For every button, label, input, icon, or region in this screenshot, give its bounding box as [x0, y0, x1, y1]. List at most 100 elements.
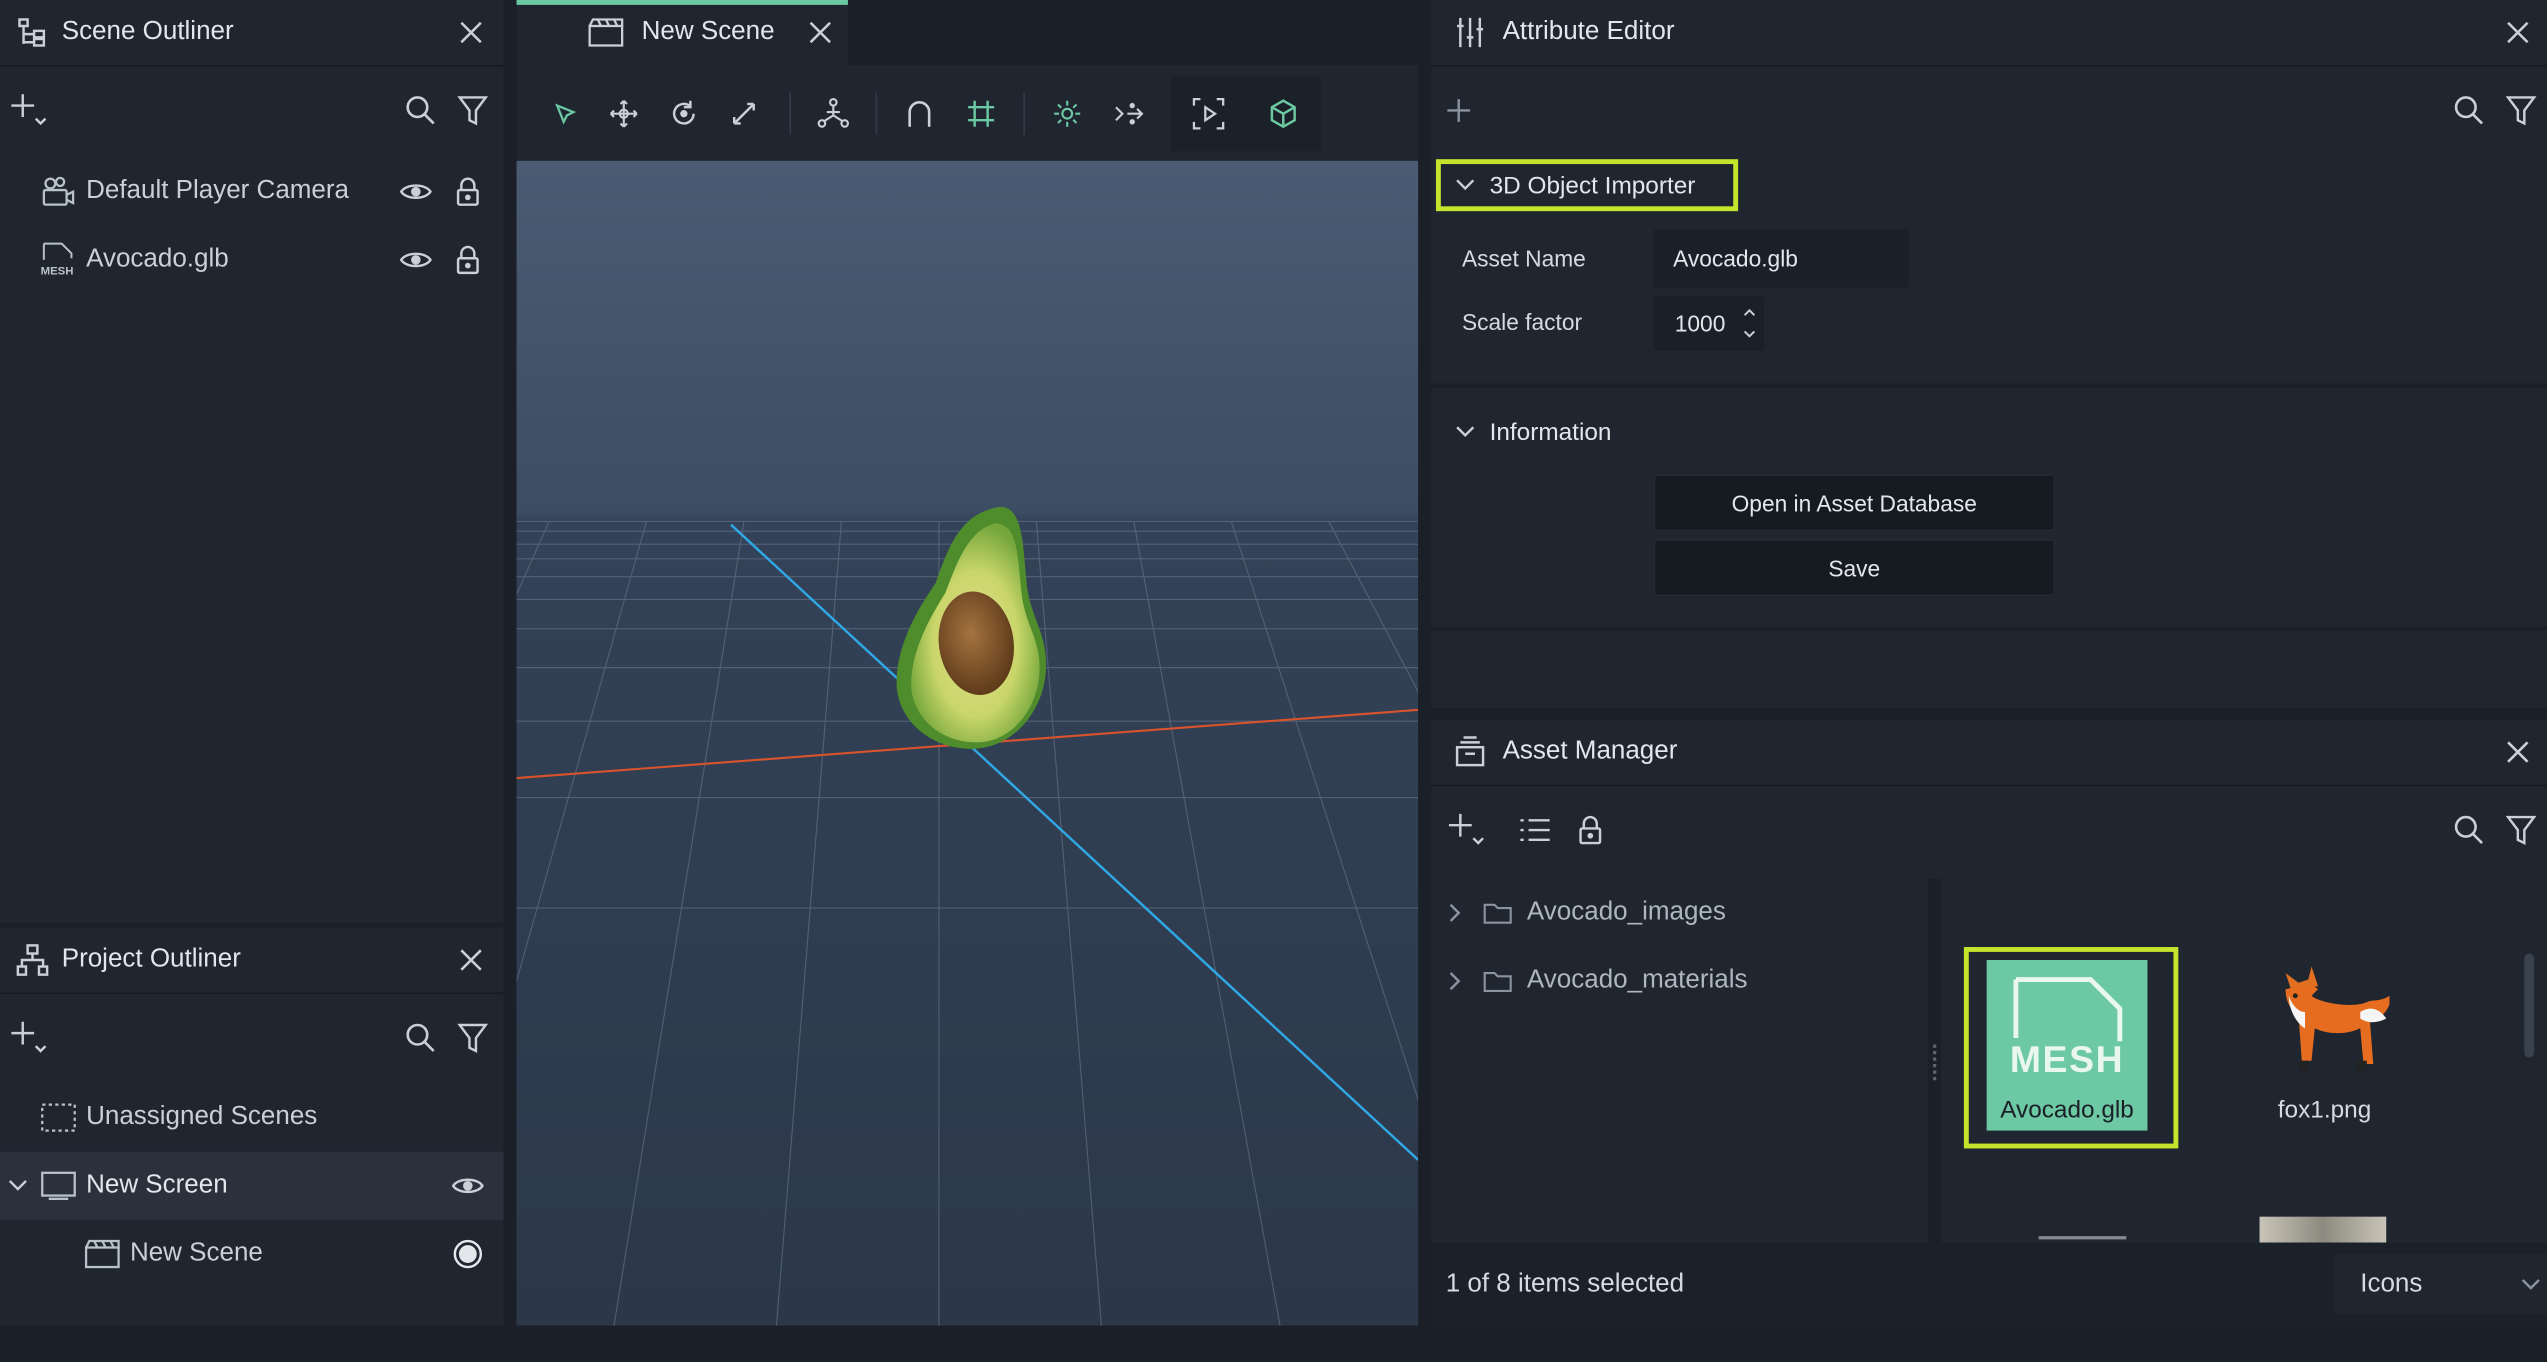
- tab-new-scene[interactable]: New Scene: [516, 0, 848, 65]
- section-title: 3D Object Importer: [1489, 171, 1696, 199]
- add-dropdown-icon[interactable]: [1441, 804, 1493, 856]
- transform-mode-icon[interactable]: [1103, 88, 1155, 140]
- asset-label: fox1.png: [2277, 1096, 2372, 1125]
- folder-icon: [1483, 968, 1512, 994]
- lock-icon[interactable]: [1564, 804, 1616, 856]
- project-item-label: New Scene: [129, 1239, 263, 1268]
- mesh-thumbnail: MESH Avocado.glb: [1986, 960, 2148, 1131]
- add-dropdown-icon[interactable]: [3, 1012, 55, 1064]
- filter-icon[interactable]: [447, 84, 499, 136]
- search-icon[interactable]: [395, 84, 447, 136]
- chevron-up-icon[interactable]: [1743, 305, 1756, 318]
- asset-tile-partial[interactable]: [2259, 1216, 2387, 1243]
- active-scene-radio-icon[interactable]: [442, 1228, 494, 1280]
- attribute-editor-header: Attribute Editor: [1431, 0, 2547, 67]
- close-icon[interactable]: [2502, 16, 2534, 48]
- scale-tool-icon[interactable]: [718, 88, 770, 140]
- clapperboard-icon: [588, 15, 624, 51]
- search-icon[interactable]: [395, 1012, 447, 1064]
- pivot-tool-icon[interactable]: [807, 88, 859, 140]
- svg-text:MESH: MESH: [41, 266, 74, 278]
- splitter-handle[interactable]: [1928, 878, 1942, 1243]
- hierarchy-icon: [16, 16, 48, 48]
- outliner-row-camera[interactable]: Default Player Camera: [0, 158, 504, 226]
- filter-icon[interactable]: [447, 1012, 499, 1064]
- section-importer-header[interactable]: 3D Object Importer: [1435, 159, 1739, 212]
- folder-row[interactable]: Avocado_materials: [1431, 947, 1928, 1015]
- rotate-tool-icon[interactable]: [658, 88, 710, 140]
- filter-icon[interactable]: [2495, 84, 2547, 136]
- add-dropdown-icon[interactable]: [3, 84, 55, 136]
- add-icon[interactable]: [1433, 84, 1485, 136]
- outliner-item-label: Default Player Camera: [86, 177, 349, 205]
- camera-icon: [41, 174, 77, 210]
- search-icon[interactable]: [2443, 84, 2495, 136]
- scale-factor-stepper[interactable]: 1000: [1653, 295, 1765, 351]
- mesh-icon: MESH: [41, 242, 77, 278]
- lighting-icon[interactable]: [1041, 88, 1093, 140]
- list-view-icon[interactable]: [1509, 804, 1561, 856]
- play-preview-icon[interactable]: [1171, 76, 1246, 152]
- stepper-arrows[interactable]: [1743, 305, 1756, 341]
- section-information-header[interactable]: Information: [1436, 406, 1761, 458]
- project-row-new-screen[interactable]: New Screen: [0, 1151, 504, 1220]
- grid-snap-icon[interactable]: [955, 88, 1007, 140]
- eye-icon[interactable]: [390, 166, 442, 218]
- project-row-new-scene[interactable]: New Scene: [0, 1220, 504, 1288]
- clapperboard-icon: [84, 1236, 120, 1272]
- close-icon[interactable]: [2502, 736, 2534, 768]
- filter-icon[interactable]: [2495, 804, 2547, 856]
- asset-tile-selected[interactable]: MESH Avocado.glb: [1963, 947, 2179, 1149]
- close-icon[interactable]: [455, 16, 487, 48]
- selection-count: 1 of 8 items selected: [1445, 1269, 1685, 1298]
- select-tool-icon[interactable]: [539, 88, 591, 140]
- asset-tile[interactable]: fox1.png: [2217, 947, 2431, 1148]
- project-row-unassigned[interactable]: Unassigned Scenes: [0, 1083, 504, 1151]
- close-icon[interactable]: [807, 19, 833, 45]
- dashed-frame-icon: [41, 1100, 77, 1136]
- asset-manager-toolbar: [1431, 785, 2547, 876]
- asset-name-field[interactable]: Avocado.glb: [1653, 229, 1909, 288]
- section-divider: [1431, 383, 2547, 389]
- attribute-editor-panel: Attribute Editor 3D Object Importer Asse…: [1431, 0, 2547, 709]
- asset-folder-tree: Avocado_images Avocado_materials: [1431, 878, 1929, 1243]
- project-outliner-toolbar: [0, 993, 504, 1084]
- eye-icon[interactable]: [390, 234, 442, 286]
- asset-tile-partial[interactable]: [2038, 1236, 2127, 1240]
- asset-label: Avocado.glb: [2000, 1096, 2134, 1125]
- eye-icon[interactable]: [442, 1160, 494, 1212]
- scene-outliner-title: Scene Outliner: [61, 17, 234, 46]
- scale-factor-label: Scale factor: [1461, 308, 1583, 335]
- asset-name-value: Avocado.glb: [1673, 245, 1798, 272]
- move-tool-icon[interactable]: [598, 88, 650, 140]
- folder-label: Avocado_materials: [1526, 966, 1748, 995]
- viewport-3d-canvas[interactable]: [516, 160, 1419, 1326]
- folder-row[interactable]: Avocado_images: [1431, 879, 1928, 947]
- asset-manager-panel: Asset Manager Avocado_images Avocado_mat…: [1431, 719, 2547, 1326]
- view-mode-value: Icons: [2360, 1269, 2423, 1298]
- chevron-down-icon[interactable]: [6, 1174, 29, 1197]
- magnet-snap-icon[interactable]: [893, 88, 945, 140]
- asset-status-bar: 1 of 8 items selected Icons: [1431, 1242, 2547, 1326]
- chevron-right-icon[interactable]: [1446, 971, 1465, 991]
- outliner-row-mesh[interactable]: MESH Avocado.glb: [0, 226, 504, 294]
- asset-name-label: Asset Name: [1461, 245, 1586, 272]
- toolbar-divider: [1023, 92, 1025, 135]
- save-button[interactable]: Save: [1653, 539, 2055, 597]
- close-icon[interactable]: [455, 944, 487, 976]
- chevron-down-icon[interactable]: [1743, 328, 1756, 341]
- view-mode-select[interactable]: Icons: [2334, 1254, 2547, 1315]
- lock-icon[interactable]: [442, 166, 494, 218]
- 3d-view-icon[interactable]: [1245, 76, 1321, 152]
- project-outliner-title: Project Outliner: [61, 945, 241, 974]
- search-icon[interactable]: [2443, 804, 2495, 856]
- scene-outliner-toolbar: [0, 65, 504, 156]
- scrollbar[interactable]: [2524, 953, 2535, 1058]
- asset-manager-header: Asset Manager: [1431, 719, 2547, 787]
- lock-icon[interactable]: [442, 234, 494, 286]
- thumbnail-text: MESH: [2009, 1037, 2125, 1081]
- chevron-down-icon: [1455, 175, 1475, 194]
- toolbar-divider: [789, 92, 792, 135]
- chevron-right-icon[interactable]: [1446, 903, 1465, 922]
- open-in-asset-database-button[interactable]: Open in Asset Database: [1653, 474, 2055, 532]
